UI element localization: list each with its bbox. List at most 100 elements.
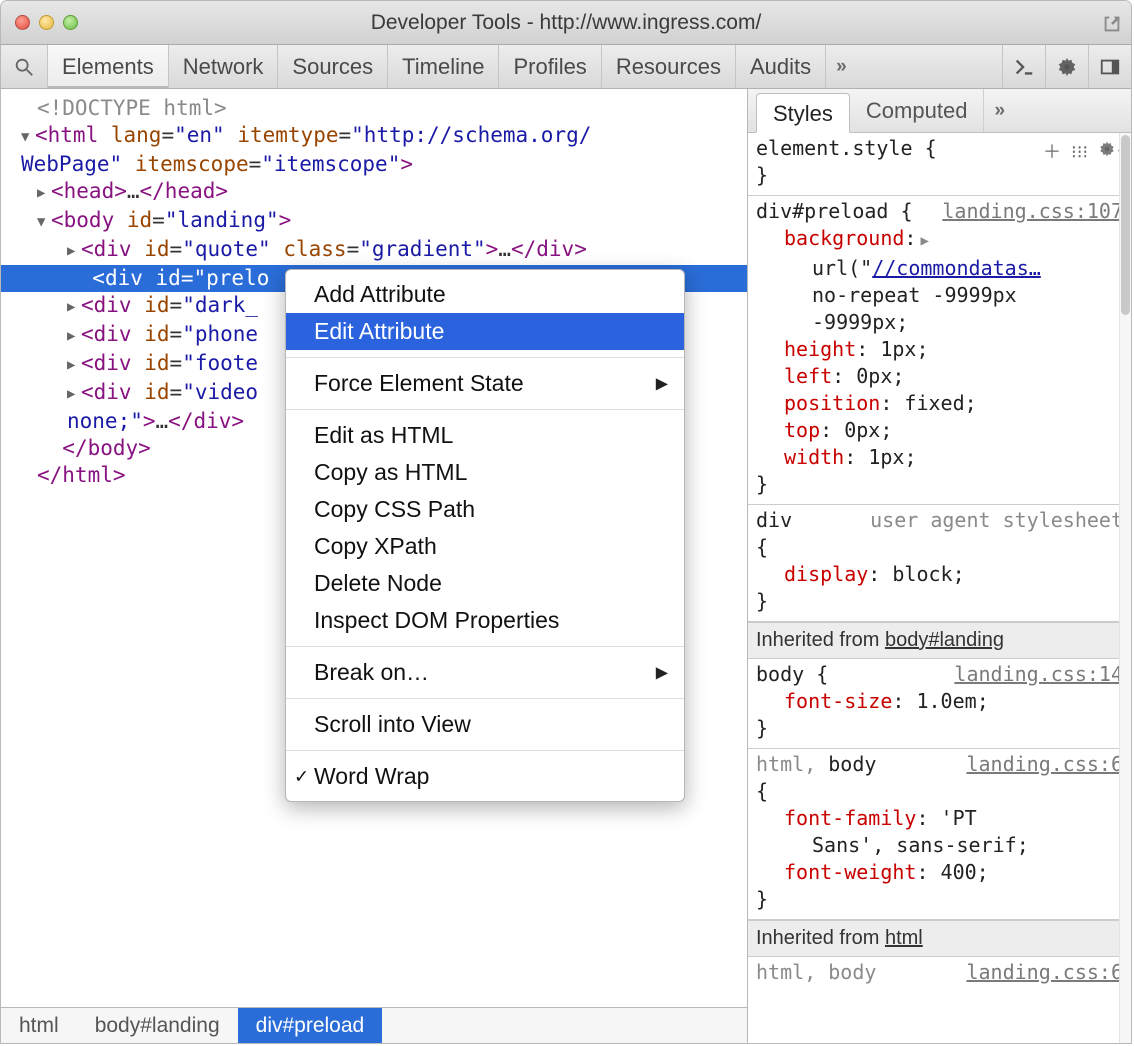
sidebar-scrollbar[interactable] bbox=[1119, 133, 1131, 1043]
selector-preload: div#preload { bbox=[756, 199, 913, 223]
rule-html-body-font[interactable]: landing.css:6 html, body{ font-family: '… bbox=[748, 749, 1131, 920]
ctx-scroll-into-view[interactable]: Scroll into View bbox=[286, 706, 684, 743]
prop-background-url[interactable]: url("//commondatas… bbox=[812, 255, 1123, 282]
toggle-state-icon[interactable]: ⁝⁝⁝ bbox=[1071, 139, 1088, 166]
rule-preload[interactable]: landing.css:107 div#preload { background… bbox=[748, 196, 1131, 505]
tab-resources[interactable]: Resources bbox=[602, 45, 736, 88]
ctx-force-element-state-label: Force Element State bbox=[314, 370, 524, 396]
titlebar: Developer Tools - http://www.ingress.com… bbox=[1, 1, 1131, 45]
side-tabs-overflow-icon[interactable]: » bbox=[984, 89, 1012, 132]
minimize-window-button[interactable] bbox=[39, 15, 54, 30]
popout-icon[interactable] bbox=[1101, 13, 1121, 33]
prop-font-family[interactable]: font-family: 'PT bbox=[784, 805, 1123, 832]
pv-width: 1px bbox=[868, 445, 904, 469]
dom-html-open-2[interactable]: WebPage" itemscope="itemscope"> bbox=[1, 151, 747, 178]
prop-background[interactable]: background:▶ bbox=[784, 225, 1123, 255]
source-link-3[interactable]: landing.css:6 bbox=[966, 751, 1123, 778]
dom-div-quote[interactable]: ▶<div id="quote" class="gradient">…</div… bbox=[1, 236, 747, 265]
brace-close: } bbox=[756, 163, 768, 187]
element-style-selector: element.style { bbox=[756, 136, 937, 160]
ctx-sep-5 bbox=[286, 750, 684, 751]
crumb-body[interactable]: body#landing bbox=[77, 1008, 238, 1043]
side-tab-computed[interactable]: Computed bbox=[850, 89, 985, 132]
ctx-add-attribute[interactable]: Add Attribute bbox=[286, 276, 684, 313]
ctx-break-on[interactable]: Break on… ▶ bbox=[286, 654, 684, 691]
prop-font-family-2[interactable]: Sans', sans-serif; bbox=[812, 832, 1123, 859]
tabs-overflow-icon[interactable]: » bbox=[826, 45, 854, 88]
ctx-copy-css-path[interactable]: Copy CSS Path bbox=[286, 491, 684, 528]
pv-height: 1px bbox=[880, 337, 916, 361]
sidebar-tabs: Styles Computed » bbox=[748, 89, 1131, 133]
prop-width[interactable]: width: 1px; bbox=[784, 444, 1123, 471]
dom-body-open[interactable]: ▼<body id="landing"> bbox=[1, 207, 747, 236]
sel-html: html bbox=[756, 752, 804, 776]
ctx-delete-node[interactable]: Delete Node bbox=[286, 565, 684, 602]
ctx-copy-html[interactable]: Copy as HTML bbox=[286, 454, 684, 491]
source-link-2[interactable]: landing.css:14 bbox=[954, 661, 1123, 688]
ctx-copy-xpath[interactable]: Copy XPath bbox=[286, 528, 684, 565]
dom-head[interactable]: ▶<head>…</head> bbox=[1, 178, 747, 207]
prop-top[interactable]: top: 0px; bbox=[784, 417, 1123, 444]
ua-stylesheet-label: user agent stylesheet bbox=[870, 507, 1123, 534]
sel-comma: , bbox=[804, 752, 828, 776]
pn-height: height bbox=[784, 337, 856, 361]
dom-html-open[interactable]: ▼<html lang="en" itemtype="http://schema… bbox=[1, 122, 747, 151]
prop-background-norepeat[interactable]: no-repeat -9999px bbox=[812, 282, 1123, 309]
rule-element-style[interactable]: ＋ ⁝⁝⁝ ▾ element.style { } bbox=[748, 133, 1131, 196]
rule-html-body-2[interactable]: landing.css:6 html, body bbox=[748, 957, 1131, 992]
scrollbar-thumb[interactable] bbox=[1121, 135, 1130, 315]
url-link[interactable]: //commondatas… bbox=[872, 256, 1041, 280]
tab-sources[interactable]: Sources bbox=[278, 45, 388, 88]
brace-close-2: } bbox=[756, 472, 768, 496]
devtools-window: Developer Tools - http://www.ingress.com… bbox=[0, 0, 1132, 1044]
dock-icon[interactable] bbox=[1088, 45, 1131, 88]
tab-network[interactable]: Network bbox=[169, 45, 279, 88]
prop-display[interactable]: display: block; bbox=[784, 561, 1123, 588]
dom-doctype[interactable]: <!DOCTYPE html> bbox=[1, 95, 747, 122]
source-link-4[interactable]: landing.css:6 bbox=[966, 959, 1123, 986]
prop-background-neg[interactable]: -9999px; bbox=[812, 309, 1123, 336]
prop-left[interactable]: left: 0px; bbox=[784, 363, 1123, 390]
pn-width: width bbox=[784, 445, 844, 469]
rule-ua-div[interactable]: div user agent stylesheet { display: blo… bbox=[748, 505, 1131, 622]
tab-elements[interactable]: Elements bbox=[48, 45, 169, 88]
ctx-inspect-dom[interactable]: Inspect DOM Properties bbox=[286, 602, 684, 639]
new-rule-icon[interactable]: ＋ bbox=[1043, 139, 1061, 166]
url-open: url(" bbox=[812, 256, 872, 280]
ctx-sep-3 bbox=[286, 646, 684, 647]
crumb-preload[interactable]: div#preload bbox=[238, 1008, 383, 1043]
tab-timeline[interactable]: Timeline bbox=[388, 45, 499, 88]
pn-display: display bbox=[784, 562, 868, 586]
ctx-edit-attribute[interactable]: Edit Attribute bbox=[286, 313, 684, 350]
inherited-body-header: Inherited from body#landing bbox=[748, 622, 1131, 659]
rule-body-fontsize[interactable]: landing.css:14 body { font-size: 1.0em; … bbox=[748, 659, 1131, 749]
content-area: <!DOCTYPE html> ▼<html lang="en" itemtyp… bbox=[1, 89, 1131, 1043]
prop-position[interactable]: position: fixed; bbox=[784, 390, 1123, 417]
source-link-1[interactable]: landing.css:107 bbox=[942, 198, 1123, 225]
sel-comma-2: , bbox=[804, 960, 828, 984]
submenu-caret-icon-2: ▶ bbox=[656, 659, 668, 686]
side-tab-styles[interactable]: Styles bbox=[756, 93, 850, 133]
ctx-force-element-state[interactable]: Force Element State ▶ bbox=[286, 365, 684, 402]
close-window-button[interactable] bbox=[15, 15, 30, 30]
prop-font-size[interactable]: font-size: 1.0em; bbox=[784, 688, 1123, 715]
pn-fontweight: font-weight bbox=[784, 860, 916, 884]
ctx-sep-1 bbox=[286, 357, 684, 358]
settings-icon[interactable] bbox=[1045, 45, 1088, 88]
crumb-html[interactable]: html bbox=[1, 1008, 77, 1043]
pv-fontweight: 400 bbox=[941, 860, 977, 884]
inspect-icon[interactable] bbox=[1, 45, 48, 88]
ctx-word-wrap[interactable]: ✓ Word Wrap bbox=[286, 758, 684, 795]
selector-body: body { bbox=[756, 662, 828, 686]
brace-close-5: } bbox=[756, 887, 768, 911]
tab-audits[interactable]: Audits bbox=[736, 45, 826, 88]
inherited-body-link[interactable]: body#landing bbox=[885, 629, 1004, 651]
console-toggle-icon[interactable] bbox=[1002, 45, 1045, 88]
inherited-html-link[interactable]: html bbox=[885, 927, 923, 949]
zoom-window-button[interactable] bbox=[63, 15, 78, 30]
ctx-edit-html[interactable]: Edit as HTML bbox=[286, 417, 684, 454]
prop-height[interactable]: height: 1px; bbox=[784, 336, 1123, 363]
prop-font-weight[interactable]: font-weight: 400; bbox=[784, 859, 1123, 886]
tab-profiles[interactable]: Profiles bbox=[499, 45, 601, 88]
expand-icon[interactable]: ▶ bbox=[920, 233, 928, 249]
